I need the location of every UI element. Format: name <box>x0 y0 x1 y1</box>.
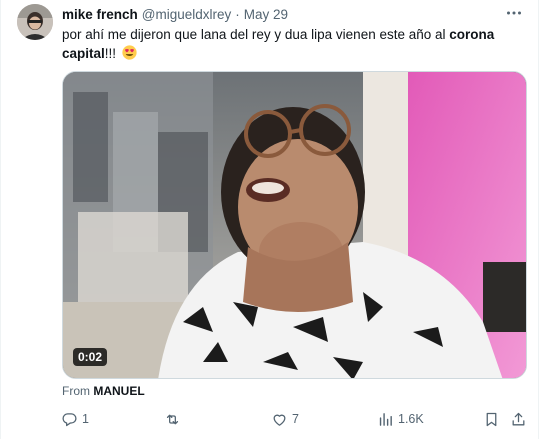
tweet-card[interactable]: mike french @migueldxlrey · May 29 por a… <box>0 0 539 439</box>
avatar[interactable] <box>17 4 53 40</box>
views-button[interactable]: 1.6K <box>377 408 424 430</box>
tweet-text: por ahí me dijeron que lana del rey y du… <box>62 25 522 63</box>
views-count: 1.6K <box>398 412 424 426</box>
from-prefix: From <box>62 384 94 398</box>
video-frame <box>63 72 526 378</box>
author-name[interactable]: mike french <box>62 7 138 22</box>
retweet-icon <box>166 414 179 424</box>
tweet-header: mike french @migueldxlrey · May 29 <box>62 5 288 23</box>
media-attribution: From MANUEL <box>62 384 145 398</box>
heart-eyes-emoji <box>122 45 137 60</box>
tweet-date[interactable]: May 29 <box>244 7 288 22</box>
views-chart-icon <box>379 412 392 426</box>
more-dots-icon[interactable] <box>504 4 524 22</box>
heart-icon <box>273 414 286 426</box>
header-separator: · <box>235 6 240 22</box>
reply-icon <box>62 412 77 426</box>
bookmark-button[interactable] <box>483 408 500 430</box>
like-button[interactable]: 7 <box>271 408 299 430</box>
tweet-text-main: por ahí me dijeron que lana del rey y du… <box>62 27 450 42</box>
tweet-text-tail: !!! <box>104 46 120 61</box>
share-button[interactable] <box>510 408 527 430</box>
action-bar: 1 7 1.6K <box>59 408 529 430</box>
video-player[interactable]: 0:02 <box>62 71 527 379</box>
from-source-link[interactable]: MANUEL <box>93 384 144 398</box>
video-duration: 0:02 <box>73 348 108 366</box>
retweet-button[interactable] <box>164 408 185 430</box>
reply-button[interactable]: 1 <box>61 408 89 430</box>
like-count: 7 <box>292 412 299 426</box>
bookmark-icon <box>486 412 497 426</box>
reply-count: 1 <box>82 412 89 426</box>
share-icon <box>512 412 525 425</box>
author-handle[interactable]: @migueldxlrey <box>142 7 231 22</box>
